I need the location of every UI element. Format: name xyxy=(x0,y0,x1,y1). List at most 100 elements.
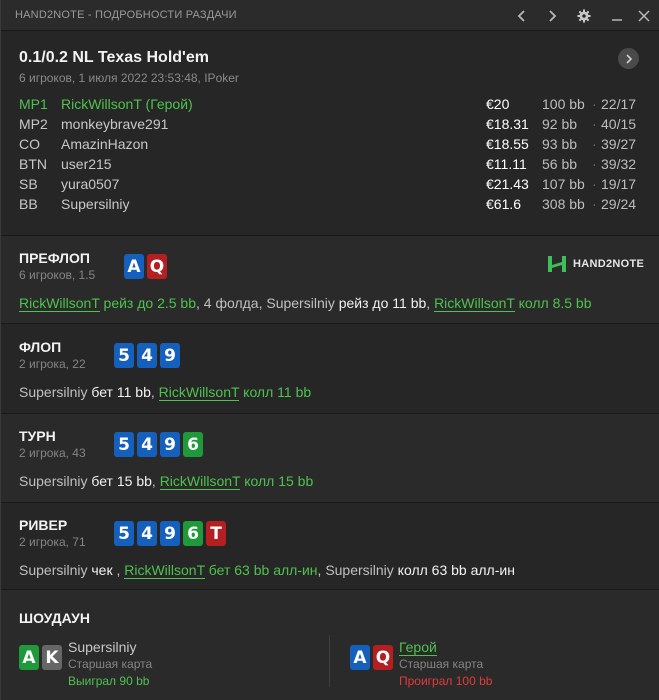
action-separator: , xyxy=(151,473,160,489)
showdown-hand-rank: Старшая карта xyxy=(399,657,484,671)
showdown-result-win: Выиграл 90 bb xyxy=(68,674,150,688)
card: A xyxy=(350,645,370,670)
street-info: 2 игрока, 71 xyxy=(19,535,86,549)
street-title: ТУРН xyxy=(19,428,56,444)
action-player[interactable]: Supersilniy xyxy=(19,473,87,489)
action-text: чек xyxy=(87,562,117,578)
card: 4 xyxy=(137,521,157,546)
street-actions: Supersilniy бет 11 bb, RickWillsonT колл… xyxy=(19,384,312,401)
action-text: колл 63 bb алл-ин xyxy=(393,562,515,578)
game-title: 0.1/0.2 NL Texas Hold'em xyxy=(19,49,209,66)
player-position: BB xyxy=(19,196,38,212)
action-player-hero[interactable]: RickWillsonT xyxy=(124,562,205,579)
player-row[interactable]: BTN user215 €11.11 56 bb · 39/32 xyxy=(1,156,659,176)
action-text: рейз до 2.5 bb xyxy=(99,295,196,311)
card: K xyxy=(42,645,62,670)
player-stack-bb: 92 bb xyxy=(542,116,578,132)
showdown-title: ШОУДАУН xyxy=(19,610,90,626)
stat-separator: · xyxy=(592,196,597,212)
action-text: рейз до 11 bb xyxy=(334,295,427,311)
player-name[interactable]: user215 xyxy=(61,156,112,172)
player-stats: 39/27 xyxy=(601,136,637,152)
player-stack: €18.31 xyxy=(486,116,529,132)
player-name[interactable]: monkeybrave291 xyxy=(61,116,168,132)
card: Q xyxy=(373,645,393,670)
card: Q xyxy=(147,254,167,279)
action-separator: , xyxy=(150,384,159,400)
showdown-result-loss: Проиграл 100 bb xyxy=(399,674,493,688)
player-stats: 39/32 xyxy=(601,156,637,172)
street-flop: ФЛОП 2 игрока, 22 5 4 9 Supersilniy бет … xyxy=(1,324,659,414)
street-river: РИВЕР 2 игрока, 71 5 4 9 6 T Supersilniy… xyxy=(1,503,659,590)
card: 4 xyxy=(137,432,157,457)
hand2note-logo: HAND2NOTE xyxy=(547,255,644,273)
player-stack-bb: 93 bb xyxy=(542,136,578,152)
action-player-hero[interactable]: RickWillsonT xyxy=(434,295,515,312)
action-text: бет 11 bb xyxy=(87,384,151,400)
player-stack-bb: 308 bb xyxy=(542,196,585,212)
street-preflop: ПРЕФЛОП 6 игроков, 1.5 A Q HAND2NOTE Ric… xyxy=(1,236,659,324)
player-position: MP1 xyxy=(19,96,48,112)
action-player-hero[interactable]: RickWillsonT xyxy=(159,473,241,490)
player-stack: €61.6 xyxy=(486,196,522,212)
stat-separator: · xyxy=(592,176,597,192)
player-row[interactable]: BB Supersilniy €61.6 308 bb · 29/24 xyxy=(1,196,659,216)
action-separator: , xyxy=(426,295,435,311)
action-player[interactable]: Supersilniy xyxy=(19,562,87,578)
stat-separator: · xyxy=(592,116,597,132)
street-actions: RickWillsonT рейз до 2.5 bb, 4 фолда, Su… xyxy=(19,295,592,312)
card: A xyxy=(124,254,144,279)
showdown-hero-name[interactable]: Герой xyxy=(399,639,437,656)
window-title: HAND2NOTE - ПОДРОБНОСТИ РАЗДАЧИ xyxy=(15,9,237,21)
player-row[interactable]: MP1 RickWillsonT (Герой) €20 100 bb · 22… xyxy=(1,96,659,116)
board-cards: 5 4 9 6 xyxy=(114,432,203,457)
action-text: бет 15 bb xyxy=(87,473,152,489)
chevron-left-icon xyxy=(517,10,525,22)
showdown-section: ШОУДАУН A K Supersilniy Старшая карта Вы… xyxy=(1,590,659,700)
gear-icon xyxy=(577,9,591,23)
card: 9 xyxy=(160,432,180,457)
street-title: ФЛОП xyxy=(19,339,62,355)
hand-details-window: HAND2NOTE - ПОДРОБНОСТИ РАЗДАЧИ 0.1/0.2 … xyxy=(0,0,659,700)
player-row[interactable]: MP2 monkeybrave291 €18.31 92 bb · 40/15 xyxy=(1,116,659,136)
hand-header: 0.1/0.2 NL Texas Hold'em 6 игроков, 1 ию… xyxy=(1,31,659,236)
minimize-button[interactable] xyxy=(607,6,627,26)
action-player[interactable]: Supersilniy xyxy=(266,295,334,311)
action-player[interactable]: Supersilniy xyxy=(325,562,393,578)
player-row[interactable]: SB yura0507 €21.43 107 bb · 19/17 xyxy=(1,176,659,196)
hero-cards: A Q xyxy=(124,254,167,279)
card: 5 xyxy=(114,343,134,368)
showdown-cards-right: A Q xyxy=(350,645,393,670)
card: 5 xyxy=(114,432,134,457)
showdown-hand-rank: Старшая карта xyxy=(68,657,153,671)
player-name[interactable]: yura0507 xyxy=(61,176,119,192)
previous-hand-button[interactable] xyxy=(512,6,532,26)
action-player-hero[interactable]: RickWillsonT xyxy=(19,295,100,312)
player-stack-bb: 56 bb xyxy=(542,156,578,172)
player-name[interactable]: AmazinHazon xyxy=(61,136,148,152)
player-position: CO xyxy=(19,136,40,152)
stat-separator: · xyxy=(592,96,597,112)
player-name[interactable]: RickWillsonT (Герой) xyxy=(61,96,193,112)
next-hand-button[interactable] xyxy=(542,6,562,26)
showdown-player-name[interactable]: Supersilniy xyxy=(68,639,136,655)
board-cards: 5 4 9 6 T xyxy=(114,521,226,546)
showdown-cards-left: A K xyxy=(19,645,62,670)
street-actions: Supersilniy бет 15 bb, RickWillsonT колл… xyxy=(19,473,313,490)
hand2note-logo-icon xyxy=(548,256,566,272)
action-player[interactable]: Supersilniy xyxy=(19,384,87,400)
expand-button[interactable] xyxy=(618,48,639,69)
street-title: ПРЕФЛОП xyxy=(19,250,90,266)
close-button[interactable] xyxy=(634,6,654,26)
player-row[interactable]: CO AmazinHazon €18.55 93 bb · 39/27 xyxy=(1,136,659,156)
player-stats: 19/17 xyxy=(601,176,637,192)
player-stack: €18.55 xyxy=(486,136,529,152)
card: A xyxy=(19,645,39,670)
card: 9 xyxy=(160,521,180,546)
action-text: колл 11 bb xyxy=(239,384,312,400)
player-stats: 40/15 xyxy=(601,116,637,132)
action-player-hero[interactable]: RickWillsonT xyxy=(158,384,240,401)
player-name[interactable]: Supersilniy xyxy=(61,196,129,212)
player-position: MP2 xyxy=(19,116,48,132)
settings-button[interactable] xyxy=(574,6,594,26)
